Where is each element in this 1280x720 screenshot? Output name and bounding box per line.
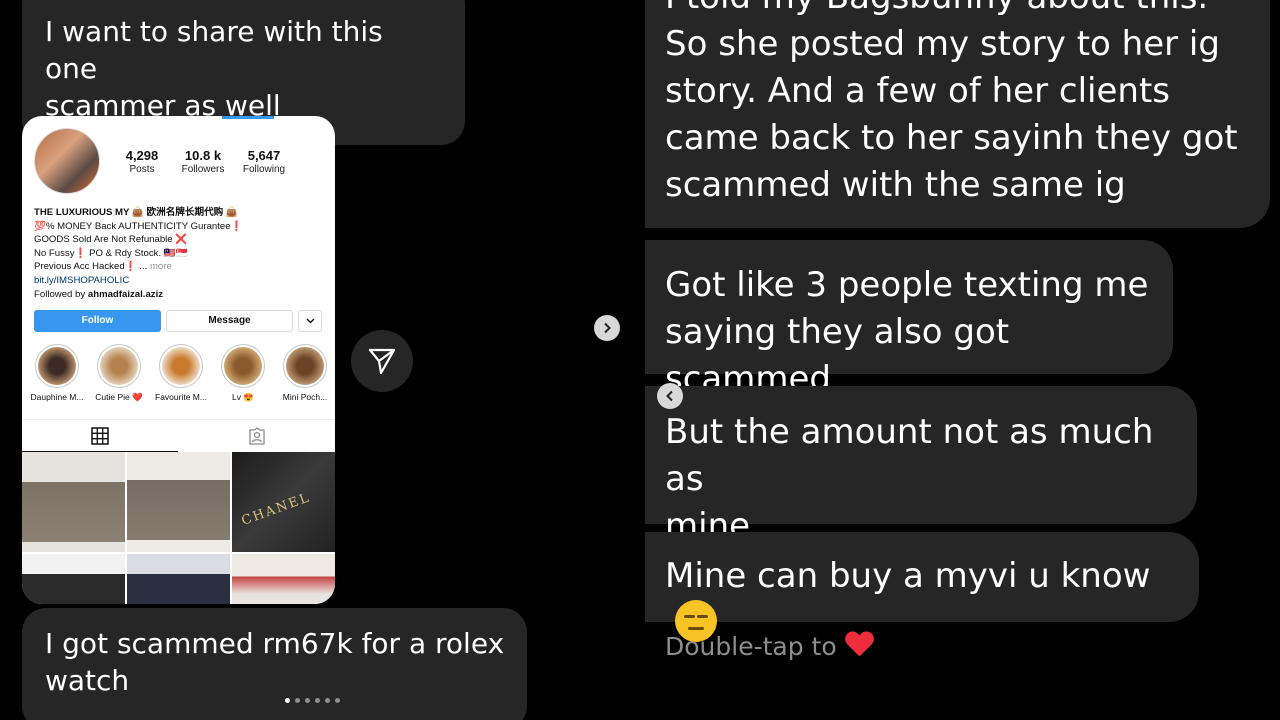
message-line: scammed with the same ig (665, 165, 1126, 205)
carousel-dot-active (285, 698, 290, 703)
followed-by-prefix: Followed by (34, 288, 86, 300)
carousel-dot (295, 698, 300, 703)
carousel-dot (335, 698, 340, 703)
highlight-cutie-pie[interactable]: Cutie Pie ❤️ (88, 344, 150, 403)
bio-line: 💯% MONEY Back AUTHENTICITY Gurantee❗ (34, 220, 243, 232)
previous-slide-button[interactable] (657, 383, 683, 409)
suggested-accounts-button[interactable] (298, 310, 322, 332)
chevron-down-icon (306, 318, 314, 324)
highlight-cover (221, 344, 265, 388)
highlight-cover (283, 344, 327, 388)
message-line-with-emoji: Mine can buy a myvi u know (665, 553, 1179, 642)
message-bubble-myvi[interactable]: Mine can buy a myvi u know (645, 532, 1199, 642)
message-line-partial: I told my Bagsbunny about this. (665, 0, 1250, 21)
grid-post[interactable] (127, 554, 230, 604)
message-bubble-bagsbunny[interactable]: I told my Bagsbunny about this. So she p… (645, 0, 1270, 228)
left-screenshot-panel: I want to share with this one scammer as… (0, 0, 632, 720)
message-line: story. And a few of her clients (665, 71, 1170, 111)
right-screenshot-panel: I told my Bagsbunny about this. So she p… (645, 0, 1280, 720)
bio-line: No Fussy❗ PO & Rdy Stock. 🇲🇾🇸🇬 (34, 247, 188, 259)
highlight-dauphine[interactable]: Dauphine M... (26, 344, 88, 402)
following-label: Following (242, 164, 286, 175)
double-tap-text: Double-tap to (665, 632, 837, 661)
highlight-label: Dauphine M... (30, 392, 84, 402)
message-line: Got like 3 people texting me (665, 265, 1149, 305)
highlight-mini-pochette[interactable]: Mini Poch... (274, 344, 335, 402)
bio-name: THE LUXURIOUS MY 👜 欧洲名牌长期代购 👜 (34, 207, 238, 218)
highlight-cover (97, 344, 141, 388)
posts-label: Posts (129, 164, 155, 175)
highlight-label: Cutie Pie ❤️ (95, 392, 143, 402)
message-bubble-amount[interactable]: But the amount not as much as mine (645, 386, 1197, 546)
send-icon (368, 348, 396, 375)
message-bubble-3-people[interactable]: Got like 3 people texting me saying they… (645, 240, 1173, 399)
bio-line: GOODS Sold Are Not Refunable ❌ (34, 234, 188, 246)
following-stat[interactable]: 5,647 Following (237, 148, 291, 175)
chevron-right-icon (604, 322, 611, 334)
message-line: I got scammed rm67k for a rolex (45, 627, 505, 660)
posts-grid: CHANEL (22, 452, 335, 604)
highlight-favourite[interactable]: Favourite M... (150, 344, 212, 402)
bio-line-with-more: Previous Acc Hacked❗ ... more (34, 260, 326, 274)
grid-post[interactable] (22, 554, 125, 604)
posts-stat[interactable]: 4,298 Posts (117, 148, 167, 175)
highlight-cover (159, 344, 203, 388)
grid-post[interactable]: CHANEL (232, 452, 335, 552)
message-line: So she posted my story to her ig (665, 24, 1220, 64)
tab-posts-grid[interactable] (22, 420, 178, 452)
double-tap-hint[interactable]: Double-tap to (665, 632, 873, 661)
heart-icon (845, 632, 873, 658)
message-line: Mine can buy a myvi u know (665, 556, 1151, 596)
grid-post-text: CHANEL (239, 490, 313, 529)
message-bubble-scammed[interactable]: I got scammed rm67k for a rolex watch (22, 608, 527, 720)
share-button[interactable] (351, 330, 413, 392)
tab-tagged[interactable] (179, 420, 335, 452)
followers-count: 10.8 k (184, 148, 222, 163)
carousel-dots (285, 698, 340, 703)
highlight-label: Favourite M... (155, 392, 207, 402)
followers-label: Followers (181, 164, 225, 175)
following-count: 5,647 (247, 148, 281, 163)
profile-tabs (22, 419, 335, 452)
highlight-label: Mini Poch... (282, 392, 328, 402)
followed-by: Followed by ahmadfaizal.aziz (34, 288, 326, 302)
grid-post[interactable] (127, 452, 230, 552)
message-line: watch (45, 663, 130, 697)
tagged-icon (249, 427, 265, 445)
follow-button[interactable]: Follow (34, 310, 161, 332)
message-line: But the amount not as much as (665, 412, 1154, 499)
grid-post[interactable] (22, 452, 125, 552)
grid-post[interactable] (232, 554, 335, 604)
message-button[interactable]: Message (166, 310, 293, 332)
highlight-lv[interactable]: Lv 😍 (212, 344, 274, 403)
bio-link[interactable]: bit.ly/IMSHOPAHOLIC (34, 274, 326, 288)
carousel-dot (315, 698, 320, 703)
highlight-cover (35, 344, 79, 388)
bio-line: Previous Acc Hacked❗ ... (34, 261, 148, 273)
profile-bio: THE LUXURIOUS MY 👜 欧洲名牌长期代购 👜 💯% MONEY B… (34, 206, 326, 301)
carousel-dot (325, 698, 330, 703)
followers-stat[interactable]: 10.8 k Followers (175, 148, 231, 175)
shared-profile-card[interactable]: 4,298 Posts 10.8 k Followers 5,647 Follo… (22, 116, 335, 604)
message-line: I want to share with this one (45, 15, 383, 85)
next-slide-button[interactable] (594, 315, 620, 341)
carousel-dot (305, 698, 310, 703)
card-top-indicator (222, 116, 274, 119)
followed-by-user[interactable]: ahmadfaizal.aziz (88, 289, 163, 300)
highlight-label: Lv 😍 (232, 392, 254, 402)
message-line: came back to her sayinh they got (665, 118, 1238, 158)
chevron-left-icon (666, 390, 673, 402)
profile-avatar[interactable] (34, 128, 100, 194)
posts-count: 4,298 (125, 148, 159, 163)
bio-more-link[interactable]: more (150, 261, 172, 272)
grid-icon (91, 426, 109, 445)
